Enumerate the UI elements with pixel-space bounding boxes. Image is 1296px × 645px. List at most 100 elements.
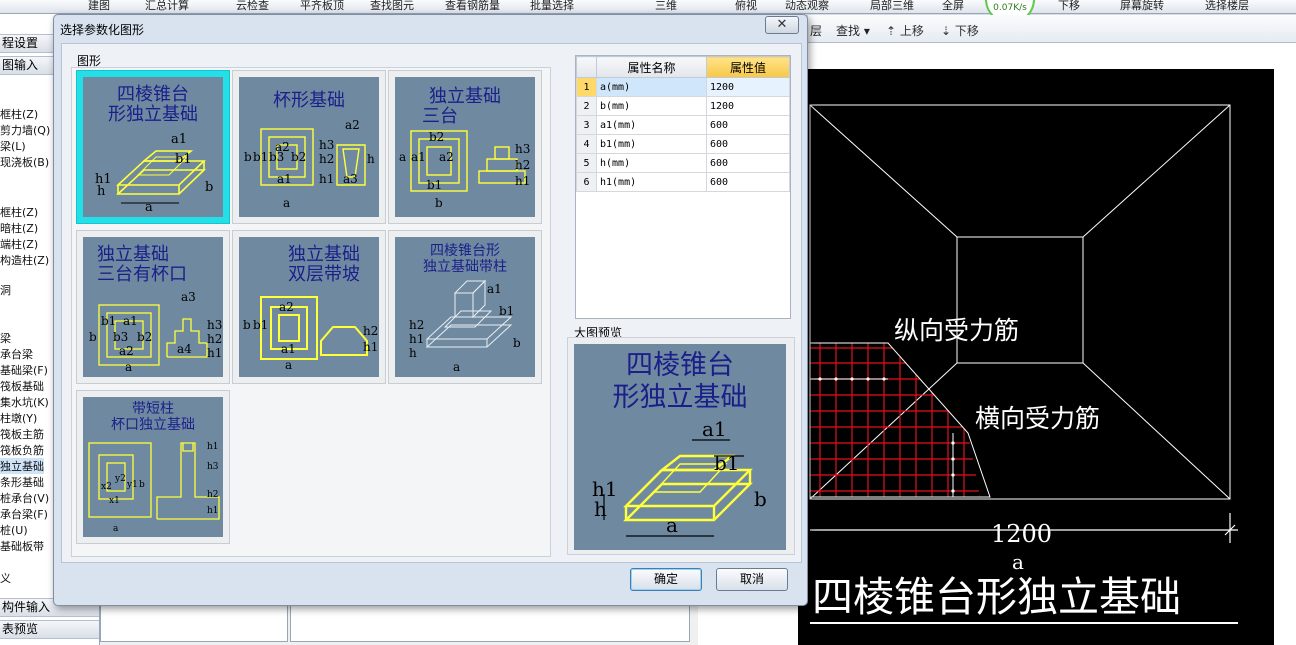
sidebar-item-cast-slab[interactable]: 现浇板(B) bbox=[0, 154, 49, 170]
sidebar-item-frame-column-2[interactable]: 框柱(Z) bbox=[0, 204, 38, 220]
property-value-field[interactable]: 600 bbox=[705, 134, 791, 154]
sidebar-item-construction-column[interactable]: 构造柱(Z) bbox=[0, 252, 49, 268]
sidebar-item-cap-beam[interactable]: 承台梁 bbox=[0, 346, 33, 362]
shape-thumbnail-short-column-cup: 带短柱 杯口独立基础 h1 h3 y2 y1 b x2 x1 h2 h1 a bbox=[83, 397, 223, 537]
move-down-label: 下移 bbox=[954, 24, 979, 38]
property-value-field[interactable]: 600 bbox=[705, 172, 791, 192]
toolbar-view-rebar[interactable]: 查看钢筋量 bbox=[445, 0, 500, 13]
sidebar-item-beam[interactable]: 梁(L) bbox=[0, 138, 26, 154]
sidebar-item-end-column[interactable]: 端柱(Z) bbox=[0, 236, 38, 252]
dim-label: b2 bbox=[291, 150, 306, 164]
property-value-field[interactable]: 600 bbox=[705, 115, 791, 135]
sidebar-item-frame-column[interactable]: 框柱(Z) bbox=[0, 106, 38, 122]
sidebar-item-custom[interactable]: 义 bbox=[0, 570, 11, 586]
table-row[interactable]: 1 a(mm) 1200 bbox=[576, 77, 791, 97]
toolbar-select-floor[interactable]: 选择楼层 bbox=[1205, 0, 1249, 13]
shape-tile-three-step-cup-footing[interactable]: 独立基础 三台有杯口 a3 b1 a1 b3 b2 a2 h3 h2 h1 a4… bbox=[76, 230, 230, 384]
table-row[interactable]: 5 h(mm) 600 bbox=[576, 153, 791, 173]
find-dropdown[interactable]: 查找 ▾ bbox=[836, 22, 870, 39]
sidebar-item-raft-neg-rebar[interactable]: 筏板负筋 bbox=[0, 442, 44, 458]
sidebar-item-raft-foundation[interactable]: 筏板基础 bbox=[0, 378, 44, 394]
preview-caption: 四棱锥台 形独立基础 bbox=[574, 350, 786, 414]
dim-label: b bbox=[205, 180, 213, 195]
table-row[interactable]: 6 h1(mm) 600 bbox=[576, 172, 791, 192]
close-icon: ✕ bbox=[776, 17, 788, 32]
dim-label: h1 bbox=[207, 442, 219, 452]
dim-label: a1 bbox=[487, 282, 502, 296]
sidebar-item-foundation-strip[interactable]: 基础板带 bbox=[0, 538, 44, 554]
toolbar-move-down[interactable]: 下移 bbox=[1058, 0, 1080, 13]
sidebar-item-isolated-footing[interactable]: 独立基础 bbox=[0, 458, 44, 474]
label-longitudinal-rebar: 纵向受力筋 bbox=[894, 316, 1019, 345]
toolbar-batch-select[interactable]: 批量选择 bbox=[530, 0, 574, 13]
sidebar-item-strip-footing[interactable]: 条形基础 bbox=[0, 474, 44, 490]
column-header-property-value: 属性值 bbox=[705, 56, 791, 78]
ok-button[interactable]: 确定 bbox=[630, 568, 702, 591]
dim-label: y1 bbox=[126, 480, 138, 490]
toolbar-find-element[interactable]: 查找图元 bbox=[370, 0, 414, 13]
shape-tile-short-column-cup-footing[interactable]: 带短柱 杯口独立基础 h1 h3 y2 y1 b x2 x1 h2 h1 a bbox=[76, 390, 230, 544]
dim-label: a2 bbox=[279, 300, 294, 314]
find-label: 查找 bbox=[836, 24, 861, 38]
sidebar-item-opening[interactable]: 洞 bbox=[0, 282, 11, 298]
table-row[interactable]: 3 a1(mm) 600 bbox=[576, 115, 791, 135]
sidebar-item-sump-pit[interactable]: 集水坑(K) bbox=[0, 394, 49, 410]
dim-label: b1 bbox=[253, 150, 268, 164]
dim-label: h2 bbox=[207, 490, 219, 500]
sidebar-item-foundation-beam[interactable]: 基础梁(F) bbox=[0, 362, 48, 378]
toolbar-fullscreen[interactable]: 全屏 bbox=[942, 0, 964, 13]
shape-tile-frustum-footing-with-column[interactable]: 四棱锥台形 独立基础带柱 a1 b1 h2 h1 h b a bbox=[388, 230, 542, 384]
sidebar-item-pile-cap[interactable]: 桩承台(V) bbox=[0, 490, 49, 506]
sidebar-item-pile[interactable]: 桩(U) bbox=[0, 522, 28, 538]
dimension-value: 1200 bbox=[991, 520, 1052, 548]
sidebar-item-column-pier[interactable]: 柱墩(Y) bbox=[0, 410, 37, 426]
dim-label: h1 bbox=[515, 174, 530, 188]
toolbar-orbit[interactable]: 动态观察 bbox=[785, 0, 829, 13]
shape-tile-three-step-footing[interactable]: 独立基础 三台 b2 a2 a1 b1 h3 h2 h1 a b bbox=[388, 70, 542, 224]
toolbar-local-3d[interactable]: 局部三维 bbox=[870, 0, 914, 13]
dim-label: a1 bbox=[123, 314, 138, 328]
property-panel-bottom bbox=[100, 600, 698, 645]
property-value-field[interactable]: 1200 bbox=[705, 96, 791, 116]
table-corner bbox=[576, 56, 597, 78]
dim-label: b bbox=[244, 150, 252, 164]
move-down-button[interactable]: ⇣ 下移 bbox=[941, 22, 979, 39]
toolbar-build[interactable]: 建图 bbox=[88, 0, 110, 13]
toolbar-3d[interactable]: 三维 bbox=[655, 0, 677, 13]
shape-tile-double-slope-footing[interactable]: 独立基础 双层带坡 a2 b1 b a1 h2 h1 a bbox=[232, 230, 386, 384]
shape-tile-cup-footing[interactable]: 杯形基础 a2 h3 h2 h1 b b1 b3 b2 a1 a2 a3 h a bbox=[232, 70, 386, 224]
caption-line: 形独立基础 bbox=[612, 382, 748, 413]
layer-label: 层 bbox=[810, 24, 823, 38]
property-name: h(mm) bbox=[596, 153, 707, 173]
toolbar-summary-calc[interactable]: 汇总计算 bbox=[145, 0, 189, 13]
dim-label: a bbox=[283, 196, 290, 210]
toolbar-align-slab[interactable]: 平齐板顶 bbox=[300, 0, 344, 13]
table-row[interactable]: 2 b(mm) 1200 bbox=[576, 96, 791, 116]
toolbar-top-view[interactable]: 俯视 bbox=[735, 0, 757, 13]
sidebar-item-hidden-column[interactable]: 暗柱(Z) bbox=[0, 220, 38, 236]
close-button[interactable]: ✕ bbox=[765, 16, 799, 34]
row-index: 6 bbox=[576, 172, 597, 192]
preview-image: 四棱锥台 形独立基础 a1 b1 h1 h a b bbox=[574, 344, 786, 550]
toolbar-rotate[interactable]: 屏幕旋转 bbox=[1120, 0, 1164, 13]
preview-panel: 四棱锥台 形独立基础 a1 b1 h1 h a b bbox=[567, 337, 795, 555]
sidebar-item-shear-wall[interactable]: 剪力墙(Q) bbox=[0, 122, 50, 138]
dim-label: b bbox=[513, 336, 521, 350]
sidebar-item-raft-main-rebar[interactable]: 筏板主筋 bbox=[0, 426, 44, 442]
dim-label: h1 bbox=[409, 332, 424, 346]
move-up-button[interactable]: ⇡ 上移 bbox=[886, 22, 924, 39]
dim-label: b1 bbox=[175, 152, 192, 167]
toolbar-cloud-check[interactable]: 云检查 bbox=[236, 0, 269, 13]
shape-tile-frustum-footing[interactable]: 四棱锥台 形独立基础 a1 b1 h1 h a b bbox=[76, 70, 230, 224]
sidebar-section-report-preview[interactable]: 表预览 bbox=[0, 620, 99, 639]
dim-label: y2 bbox=[114, 474, 126, 484]
sidebar-item-cap-beam-2[interactable]: 承台梁(F) bbox=[0, 506, 48, 522]
cancel-button[interactable]: 取消 bbox=[716, 568, 788, 591]
dim-label: b bbox=[435, 196, 443, 210]
sidebar-item-beam-2[interactable]: 梁 bbox=[0, 330, 11, 346]
dim-label: a bbox=[113, 524, 119, 534]
property-value-field[interactable]: 1200 bbox=[705, 77, 791, 97]
table-row[interactable]: 4 b1(mm) 600 bbox=[576, 134, 791, 154]
dim-label: h3 bbox=[319, 138, 334, 152]
property-value-field[interactable]: 600 bbox=[705, 153, 791, 173]
